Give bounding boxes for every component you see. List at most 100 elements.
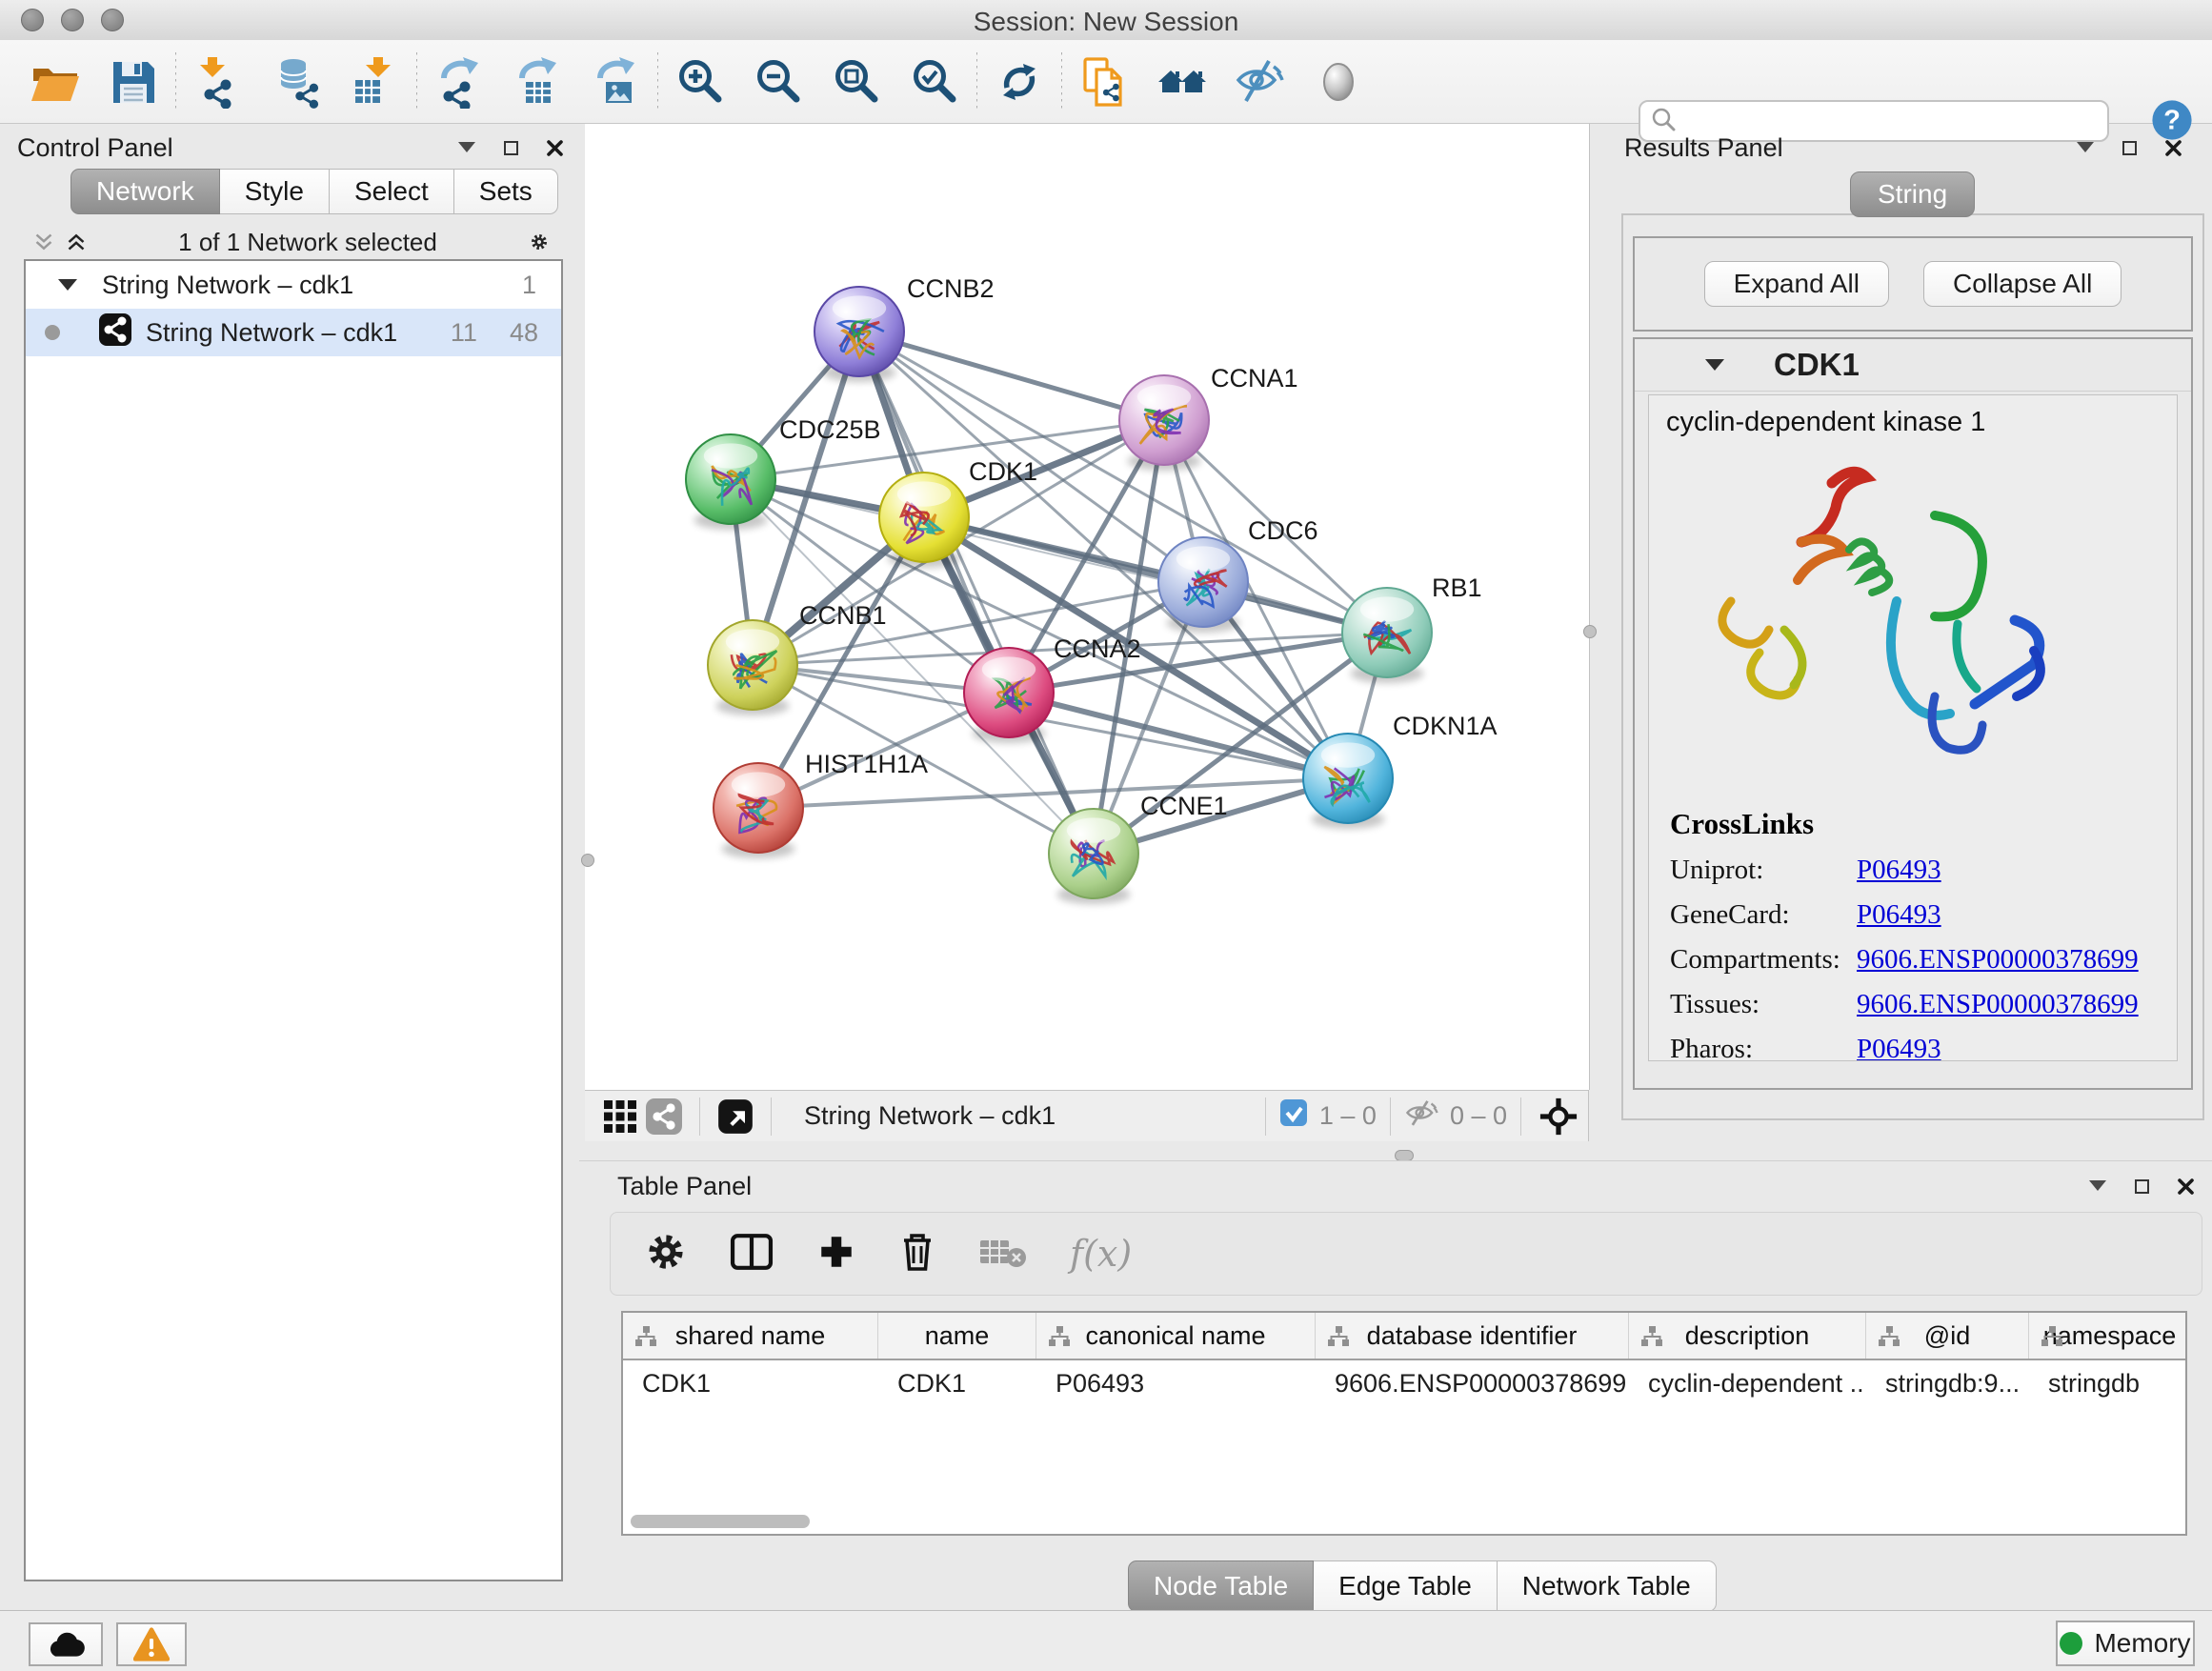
delete-column-trash-icon[interactable] [898,1231,936,1278]
fit-content-crosshair-icon[interactable] [1535,1090,1582,1143]
import-table-icon[interactable] [348,55,401,109]
right-splitter-handle[interactable] [1583,625,1597,638]
network-options-gear-icon[interactable] [530,233,549,251]
node-CCNE1[interactable] [1049,809,1138,904]
table-cell[interactable]: CDK1 [623,1369,878,1399]
expand-all-button[interactable]: Expand All [1704,261,1889,307]
table-row[interactable]: CDK1CDK1P064939606.ENSP00000378699cyclin… [623,1360,2185,1406]
node-CCNA1[interactable] [1119,375,1209,471]
tab-select[interactable]: Select [330,169,454,214]
hidden-eye-icon[interactable] [1404,1098,1440,1134]
import-network-icon[interactable] [191,55,245,109]
crosslink-link[interactable]: P06493 [1857,855,1941,886]
add-column-plus-icon[interactable] [816,1232,856,1277]
network-row-selected[interactable]: String Network – cdk1 11 48 [26,309,561,356]
protein-header-row[interactable]: CDK1 [1635,339,2191,392]
table-horizontal-scrollbar[interactable] [631,1515,810,1528]
export-network-icon[interactable] [432,55,486,109]
node-CCNB1[interactable] [708,620,797,715]
table-cell[interactable]: stringdb [2029,1369,2187,1399]
show-all-icon[interactable] [1312,55,1365,109]
collapse-panel-icon[interactable] [457,139,476,156]
node-CDK1[interactable] [879,473,969,568]
collapse-results-icon[interactable] [2076,139,2095,156]
crosslink-link[interactable]: P06493 [1857,1034,1941,1061]
window-title: Session: New Session [0,7,2212,37]
node-RB1[interactable] [1342,588,1432,683]
save-session-icon[interactable] [107,55,160,109]
column-header-description[interactable]: description [1629,1313,1866,1359]
crosslink-link[interactable]: 9606.ENSP00000378699 [1857,944,2139,976]
column-header-namespace[interactable]: namespace [2029,1313,2187,1359]
node-CDC25B[interactable] [686,434,775,530]
tab-string[interactable]: String [1850,171,1975,217]
tab-node-table[interactable]: Node Table [1128,1560,1314,1612]
crosslink-link[interactable]: 9606.ENSP00000378699 [1857,989,2139,1020]
tab-sets[interactable]: Sets [454,169,558,214]
first-neighbors-icon[interactable] [1077,55,1131,109]
node-label-CDC25B: CDC25B [779,415,881,444]
node-CCNB2[interactable] [814,287,904,382]
collapse-all-networks-icon[interactable] [34,233,53,251]
import-database-icon[interactable] [270,55,323,109]
float-panel-icon[interactable] [501,139,520,156]
open-session-icon[interactable] [29,55,82,109]
table-cell[interactable]: 9606.ENSP00000378699 [1316,1369,1629,1399]
column-header-@id[interactable]: @id [1866,1313,2029,1359]
export-image-icon[interactable] [589,55,642,109]
column-header-name[interactable]: name [878,1313,1036,1359]
float-table-icon[interactable] [2132,1178,2151,1195]
warning-status-button[interactable] [116,1622,187,1666]
crosslink-row: Compartments:9606.ENSP00000378699 [1670,944,2139,976]
table-cell[interactable]: cyclin-dependent ... [1629,1369,1866,1399]
network-collection-row[interactable]: String Network – cdk1 1 [26,261,561,309]
table-cell[interactable]: CDK1 [878,1369,1036,1399]
birds-eye-view-icon[interactable] [714,1090,757,1143]
crosslink-link[interactable]: P06493 [1857,899,1941,931]
hide-selected-icon[interactable] [1234,55,1287,109]
tab-style[interactable]: Style [220,169,330,214]
node-CCNA2[interactable] [964,648,1054,743]
expand-all-networks-icon[interactable] [67,233,86,251]
close-table-icon[interactable] [2176,1178,2195,1195]
close-panel-icon[interactable] [545,139,564,156]
protein-description: cyclin-dependent kinase 1 [1666,407,1985,438]
export-table-icon[interactable] [511,55,564,109]
zoom-in-icon[interactable] [674,55,727,109]
cloud-status-button[interactable] [29,1622,103,1666]
column-header-shared-name[interactable]: shared name [623,1313,878,1359]
tab-network[interactable]: Network [70,169,220,214]
node-HIST1H1A[interactable] [714,763,803,858]
tab-network-table[interactable]: Network Table [1498,1560,1717,1612]
column-header-database-identifier[interactable]: database identifier [1316,1313,1629,1359]
float-results-icon[interactable] [2120,139,2139,156]
left-splitter-handle[interactable] [581,854,594,867]
share-view-icon[interactable] [642,1090,686,1143]
memory-button[interactable]: Memory [2056,1621,2195,1666]
node-CDC6[interactable] [1158,537,1248,633]
tab-edge-table[interactable]: Edge Table [1314,1560,1498,1612]
zoom-out-icon[interactable] [752,55,805,109]
table-cell[interactable]: stringdb:9... [1866,1369,2029,1399]
node-CDKN1A[interactable] [1303,734,1393,829]
edge-CCNB2-CCNA1[interactable] [859,332,1164,420]
memory-status-dot [2060,1632,2082,1655]
collapse-table-icon[interactable] [2088,1178,2107,1195]
zoom-selected-icon[interactable] [908,55,961,109]
crosslinks-heading: CrossLinks [1670,807,2139,841]
toolbar-separator [175,52,176,111]
network-canvas[interactable]: CCNB2CCNA1CDC25BCDK1CDC6RB1CCNB1CCNA2CDK… [585,124,1590,1090]
column-header-canonical-name[interactable]: canonical name [1036,1313,1316,1359]
grid-view-icon[interactable] [598,1090,642,1143]
collection-expand-caret[interactable] [58,279,77,291]
collapse-all-button[interactable]: Collapse All [1923,261,2122,307]
table-cell[interactable]: P06493 [1036,1369,1316,1399]
close-results-icon[interactable] [2163,139,2182,156]
selected-checkbox-icon[interactable] [1279,1098,1308,1134]
home-icon[interactable] [1156,55,1209,109]
zoom-fit-icon[interactable] [830,55,883,109]
table-settings-gear-icon[interactable] [645,1231,687,1278]
refresh-icon[interactable] [993,55,1046,109]
protein-expand-caret[interactable] [1705,359,1724,371]
select-columns-icon[interactable] [729,1232,774,1277]
